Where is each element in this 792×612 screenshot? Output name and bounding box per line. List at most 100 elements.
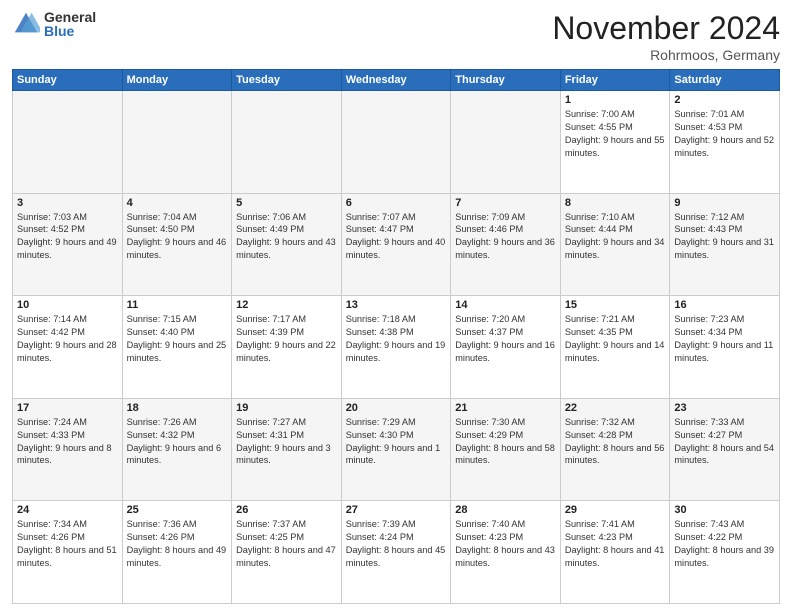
day-info: Sunrise: 7:15 AM Sunset: 4:40 PM Dayligh… <box>127 313 228 365</box>
calendar-cell: 19 Sunrise: 7:27 AM Sunset: 4:31 PM Dayli… <box>232 398 342 501</box>
day-info: Sunrise: 7:04 AM Sunset: 4:50 PM Dayligh… <box>127 211 228 263</box>
day-number: 14 <box>455 299 556 311</box>
day-number: 3 <box>17 197 118 209</box>
day-info: Sunrise: 7:39 AM Sunset: 4:24 PM Dayligh… <box>346 518 447 570</box>
day-info: Sunrise: 7:12 AM Sunset: 4:43 PM Dayligh… <box>674 211 775 263</box>
calendar-cell: 3 Sunrise: 7:03 AM Sunset: 4:52 PM Daylig… <box>13 193 123 296</box>
day-info: Sunrise: 7:32 AM Sunset: 4:28 PM Dayligh… <box>565 416 666 468</box>
day-number: 28 <box>455 504 556 516</box>
calendar-cell: 17Sunrise: 7:24 AM Sunset: 4:33 PM Dayli… <box>13 398 123 501</box>
day-info: Sunrise: 7:36 AM Sunset: 4:26 PM Dayligh… <box>127 518 228 570</box>
calendar-cell: 20Sunrise: 7:29 AM Sunset: 4:30 PM Dayli… <box>341 398 451 501</box>
day-number: 25 <box>127 504 228 516</box>
day-number: 29 <box>565 504 666 516</box>
header-thursday: Thursday <box>451 70 561 91</box>
day-info: Sunrise: 7:27 AM Sunset: 4:31 PM Dayligh… <box>236 416 337 468</box>
calendar-cell: 24 Sunrise: 7:34 AM Sunset: 4:26 PM Dayli… <box>13 501 123 604</box>
calendar-cell <box>451 91 561 194</box>
calendar-row-0: 1 Sunrise: 7:00 AM Sunset: 4:55 PM Daylig… <box>13 91 780 194</box>
header-monday: Monday <box>122 70 232 91</box>
day-info: Sunrise: 7:21 AM Sunset: 4:35 PM Dayligh… <box>565 313 666 365</box>
calendar-table: Sunday Monday Tuesday Wednesday Thursday… <box>12 69 780 604</box>
calendar-cell: 30 Sunrise: 7:43 AM Sunset: 4:22 PM Dayli… <box>670 501 780 604</box>
calendar-cell: 4 Sunrise: 7:04 AM Sunset: 4:50 PM Daylig… <box>122 193 232 296</box>
day-info: Sunrise: 7:01 AM Sunset: 4:53 PM Dayligh… <box>674 108 775 160</box>
calendar-cell: 9 Sunrise: 7:12 AM Sunset: 4:43 PM Daylig… <box>670 193 780 296</box>
day-info: Sunrise: 7:18 AM Sunset: 4:38 PM Dayligh… <box>346 313 447 365</box>
calendar-cell: 26 Sunrise: 7:37 AM Sunset: 4:25 PM Dayli… <box>232 501 342 604</box>
logo-blue: Blue <box>44 24 96 38</box>
calendar-cell: 23Sunrise: 7:33 AM Sunset: 4:27 PM Dayli… <box>670 398 780 501</box>
calendar-cell: 10 Sunrise: 7:14 AM Sunset: 4:42 PM Dayli… <box>13 296 123 399</box>
calendar-cell <box>13 91 123 194</box>
logo-icon <box>12 10 40 38</box>
calendar-cell: 5Sunrise: 7:06 AM Sunset: 4:49 PM Daylig… <box>232 193 342 296</box>
day-number: 4 <box>127 197 228 209</box>
day-info: Sunrise: 7:33 AM Sunset: 4:27 PM Dayligh… <box>674 416 775 468</box>
calendar-row-3: 17Sunrise: 7:24 AM Sunset: 4:33 PM Dayli… <box>13 398 780 501</box>
logo-general: General <box>44 10 96 24</box>
day-info: Sunrise: 7:40 AM Sunset: 4:23 PM Dayligh… <box>455 518 556 570</box>
calendar-cell: 11 Sunrise: 7:15 AM Sunset: 4:40 PM Dayli… <box>122 296 232 399</box>
calendar-cell: 15 Sunrise: 7:21 AM Sunset: 4:35 PM Dayli… <box>560 296 670 399</box>
day-number: 19 <box>236 402 337 414</box>
day-info: Sunrise: 7:34 AM Sunset: 4:26 PM Dayligh… <box>17 518 118 570</box>
day-number: 2 <box>674 94 775 106</box>
day-number: 11 <box>127 299 228 311</box>
calendar-body: 1 Sunrise: 7:00 AM Sunset: 4:55 PM Daylig… <box>13 91 780 604</box>
title-section: November 2024 Rohrmoos, Germany <box>552 10 780 63</box>
day-number: 1 <box>565 94 666 106</box>
calendar-cell: 12Sunrise: 7:17 AM Sunset: 4:39 PM Dayli… <box>232 296 342 399</box>
calendar-cell: 8 Sunrise: 7:10 AM Sunset: 4:44 PM Daylig… <box>560 193 670 296</box>
day-info: Sunrise: 7:03 AM Sunset: 4:52 PM Dayligh… <box>17 211 118 263</box>
day-number: 26 <box>236 504 337 516</box>
calendar-cell: 2 Sunrise: 7:01 AM Sunset: 4:53 PM Daylig… <box>670 91 780 194</box>
calendar-cell: 16Sunrise: 7:23 AM Sunset: 4:34 PM Dayli… <box>670 296 780 399</box>
day-number: 10 <box>17 299 118 311</box>
calendar-cell: 28 Sunrise: 7:40 AM Sunset: 4:23 PM Dayli… <box>451 501 561 604</box>
day-number: 7 <box>455 197 556 209</box>
day-info: Sunrise: 7:26 AM Sunset: 4:32 PM Dayligh… <box>127 416 228 468</box>
day-number: 5 <box>236 197 337 209</box>
day-number: 20 <box>346 402 447 414</box>
day-number: 6 <box>346 197 447 209</box>
day-number: 27 <box>346 504 447 516</box>
calendar-cell: 6 Sunrise: 7:07 AM Sunset: 4:47 PM Daylig… <box>341 193 451 296</box>
location: Rohrmoos, Germany <box>552 47 780 63</box>
weekday-header-row: Sunday Monday Tuesday Wednesday Thursday… <box>13 70 780 91</box>
header-friday: Friday <box>560 70 670 91</box>
day-info: Sunrise: 7:17 AM Sunset: 4:39 PM Dayligh… <box>236 313 337 365</box>
calendar-row-4: 24 Sunrise: 7:34 AM Sunset: 4:26 PM Dayli… <box>13 501 780 604</box>
day-number: 30 <box>674 504 775 516</box>
header: General Blue November 2024 Rohrmoos, Ger… <box>12 10 780 63</box>
page: General Blue November 2024 Rohrmoos, Ger… <box>0 0 792 612</box>
calendar-row-2: 10 Sunrise: 7:14 AM Sunset: 4:42 PM Dayli… <box>13 296 780 399</box>
month-title: November 2024 <box>552 10 780 47</box>
day-number: 24 <box>17 504 118 516</box>
day-number: 8 <box>565 197 666 209</box>
day-number: 18 <box>127 402 228 414</box>
header-sunday: Sunday <box>13 70 123 91</box>
calendar-cell: 25 Sunrise: 7:36 AM Sunset: 4:26 PM Dayli… <box>122 501 232 604</box>
day-info: Sunrise: 7:37 AM Sunset: 4:25 PM Dayligh… <box>236 518 337 570</box>
day-info: Sunrise: 7:41 AM Sunset: 4:23 PM Dayligh… <box>565 518 666 570</box>
day-info: Sunrise: 7:43 AM Sunset: 4:22 PM Dayligh… <box>674 518 775 570</box>
calendar-cell: 29 Sunrise: 7:41 AM Sunset: 4:23 PM Dayli… <box>560 501 670 604</box>
day-info: Sunrise: 7:00 AM Sunset: 4:55 PM Dayligh… <box>565 108 666 160</box>
calendar-cell: 7Sunrise: 7:09 AM Sunset: 4:46 PM Daylig… <box>451 193 561 296</box>
calendar-cell: 14Sunrise: 7:20 AM Sunset: 4:37 PM Dayli… <box>451 296 561 399</box>
calendar-cell: 22 Sunrise: 7:32 AM Sunset: 4:28 PM Dayli… <box>560 398 670 501</box>
day-number: 15 <box>565 299 666 311</box>
calendar-cell: 1 Sunrise: 7:00 AM Sunset: 4:55 PM Daylig… <box>560 91 670 194</box>
header-tuesday: Tuesday <box>232 70 342 91</box>
calendar-cell: 27 Sunrise: 7:39 AM Sunset: 4:24 PM Dayli… <box>341 501 451 604</box>
calendar-header: Sunday Monday Tuesday Wednesday Thursday… <box>13 70 780 91</box>
day-info: Sunrise: 7:07 AM Sunset: 4:47 PM Dayligh… <box>346 211 447 263</box>
day-info: Sunrise: 7:10 AM Sunset: 4:44 PM Dayligh… <box>565 211 666 263</box>
day-number: 9 <box>674 197 775 209</box>
header-saturday: Saturday <box>670 70 780 91</box>
day-number: 21 <box>455 402 556 414</box>
day-number: 22 <box>565 402 666 414</box>
calendar-cell: 21Sunrise: 7:30 AM Sunset: 4:29 PM Dayli… <box>451 398 561 501</box>
day-info: Sunrise: 7:14 AM Sunset: 4:42 PM Dayligh… <box>17 313 118 365</box>
